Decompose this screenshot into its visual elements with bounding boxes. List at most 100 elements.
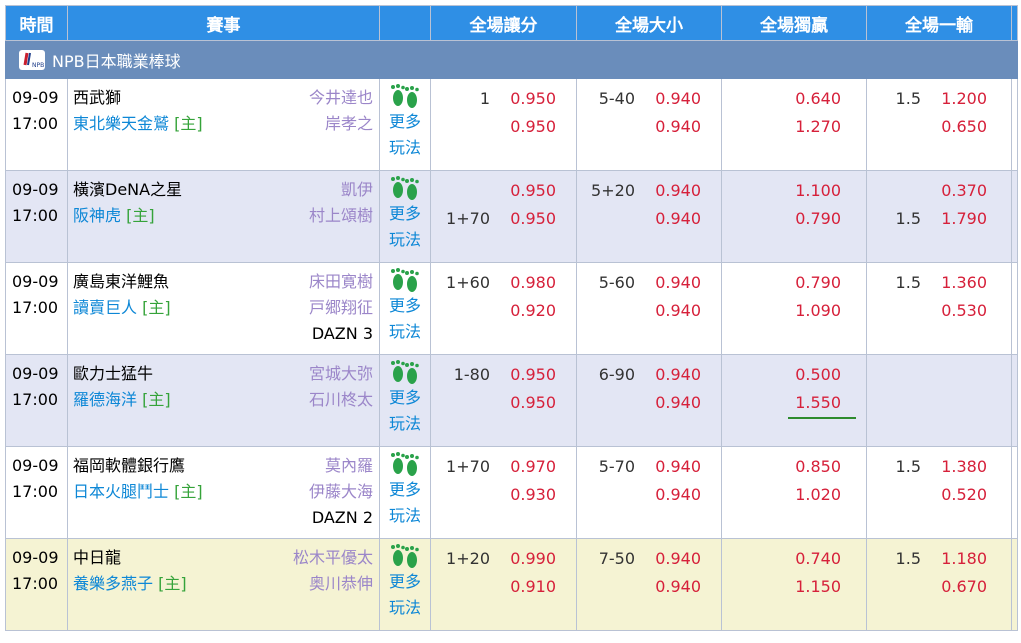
league-row[interactable]: NPB NPB日本職業棒球: [5, 40, 1018, 79]
more-bets-button[interactable]: 更多 玩法: [380, 171, 430, 253]
moneyline-cell-odds1[interactable]: 0.790: [795, 269, 841, 296]
more-bets-button[interactable]: 更多 玩法: [380, 355, 430, 437]
more-bets-button[interactable]: 更多 玩法: [380, 447, 430, 529]
overunder-cell-odds1[interactable]: 0.940: [655, 85, 701, 112]
onefive-cell-odds2[interactable]: 0.650: [941, 113, 987, 140]
moneyline-cell[interactable]: 0.500 1.550: [721, 354, 867, 447]
overunder-cell-odds2[interactable]: 0.940: [655, 481, 701, 508]
overunder-cell[interactable]: 7-50 0.940 0.940: [576, 538, 722, 631]
moneyline-cell[interactable]: 0.740 1.150: [721, 538, 867, 631]
header-overunder[interactable]: 全場大小: [576, 5, 722, 41]
handicap-cell-odds2[interactable]: 0.920: [510, 297, 556, 324]
onefive-cell-odds1[interactable]: 1.380: [941, 453, 987, 480]
moneyline-cell-odds2[interactable]: 1.150: [795, 573, 841, 600]
moneyline-cell-odds1[interactable]: 1.100: [795, 177, 841, 204]
onefive-cell-odds2[interactable]: 1.790: [941, 205, 987, 232]
onefive-cell[interactable]: 1.5 0.370 1.790: [866, 170, 1012, 263]
handicap-cell-odds1[interactable]: 0.970: [510, 453, 556, 480]
overunder-cell-odds2[interactable]: 0.940: [655, 113, 701, 140]
overunder-cell-odds2[interactable]: 0.940: [655, 205, 701, 232]
moneyline-cell-odds2[interactable]: 0.790: [795, 205, 841, 232]
home-team[interactable]: 東北樂天金鷲: [73, 114, 169, 133]
overunder-cell[interactable]: 6-90 0.940 0.940: [576, 354, 722, 447]
overunder-cell-odds1[interactable]: 0.940: [655, 545, 701, 572]
handicap-cell-odds2[interactable]: 0.910: [510, 573, 556, 600]
handicap-cell-odds1[interactable]: 0.980: [510, 269, 556, 296]
handicap-cell[interactable]: 1+70 0.970 0.930: [430, 446, 577, 539]
handicap-cell[interactable]: 1-80 0.950 0.950: [430, 354, 577, 447]
handicap-cell[interactable]: 1 0.950 0.950: [430, 78, 577, 171]
more-bets-cell[interactable]: 更多 玩法: [379, 538, 431, 631]
handicap-cell-odds1[interactable]: 0.950: [510, 85, 556, 112]
more-bets-cell[interactable]: 更多 玩法: [379, 446, 431, 539]
more-bets-cell[interactable]: 更多 玩法: [379, 262, 431, 355]
moneyline-cell-odds1[interactable]: 0.500: [795, 361, 841, 388]
handicap-cell-odds1[interactable]: 0.950: [510, 177, 556, 204]
onefive-cell-odds1[interactable]: 1.180: [941, 545, 987, 572]
moneyline-cell-odds2[interactable]: 1.090: [795, 297, 841, 324]
overunder-cell[interactable]: 5+20 0.940 0.940: [576, 170, 722, 263]
home-team[interactable]: 讀賣巨人: [73, 298, 137, 317]
moneyline-cell[interactable]: 0.640 1.270: [721, 78, 867, 171]
overunder-cell-odds1[interactable]: 0.940: [655, 177, 701, 204]
home-team[interactable]: 日本火腿鬥士: [73, 482, 169, 501]
away-team[interactable]: 福岡軟體銀行鷹: [73, 456, 185, 475]
moneyline-cell[interactable]: 1.100 0.790: [721, 170, 867, 263]
overunder-cell-odds1[interactable]: 0.940: [655, 269, 701, 296]
moneyline-cell[interactable]: 0.790 1.090: [721, 262, 867, 355]
handicap-cell-odds2[interactable]: 0.930: [510, 481, 556, 508]
moneyline-cell-odds1[interactable]: 0.640: [795, 85, 841, 112]
more-bets-cell[interactable]: 更多 玩法: [379, 170, 431, 263]
header-handicap[interactable]: 全場讓分: [430, 5, 577, 41]
overunder-cell-odds2[interactable]: 0.940: [655, 389, 701, 416]
away-team[interactable]: 歐力士猛牛: [73, 364, 153, 383]
onefive-cell[interactable]: [866, 354, 1012, 447]
more-bets-button[interactable]: 更多 玩法: [380, 263, 430, 345]
onefive-cell[interactable]: 1.5 1.180 0.670: [866, 538, 1012, 631]
home-team[interactable]: 阪神虎: [73, 206, 121, 225]
moneyline-cell-odds2[interactable]: 1.020: [795, 481, 841, 508]
handicap-cell[interactable]: 1+20 0.990 0.910: [430, 538, 577, 631]
onefive-cell-odds1[interactable]: 0.370: [941, 177, 987, 204]
more-bets-cell[interactable]: 更多 玩法: [379, 78, 431, 171]
league-cell[interactable]: NPB NPB日本職業棒球: [5, 40, 1018, 79]
more-bets-button[interactable]: 更多 玩法: [380, 79, 430, 161]
onefive-cell[interactable]: 1.5 1.380 0.520: [866, 446, 1012, 539]
header-moneyline[interactable]: 全場獨贏: [721, 5, 867, 41]
handicap-cell-odds2[interactable]: 0.950: [510, 113, 556, 140]
onefive-cell[interactable]: 1.5 1.360 0.530: [866, 262, 1012, 355]
home-team[interactable]: 養樂多燕子: [73, 574, 153, 593]
moneyline-cell-odds2[interactable]: 1.550: [795, 389, 841, 416]
away-team[interactable]: 廣島東洋鯉魚: [73, 272, 169, 291]
handicap-cell-odds1[interactable]: 0.990: [510, 545, 556, 572]
overunder-cell[interactable]: 5-70 0.940 0.940: [576, 446, 722, 539]
onefive-cell-odds2[interactable]: 0.670: [941, 573, 987, 600]
overunder-cell-odds2[interactable]: 0.940: [655, 297, 701, 324]
handicap-cell-odds2[interactable]: 0.950: [510, 205, 556, 232]
away-team[interactable]: 橫濱DeNA之星: [73, 180, 182, 199]
away-team[interactable]: 西武獅: [73, 88, 121, 107]
handicap-cell-odds2[interactable]: 0.950: [510, 389, 556, 416]
moneyline-cell-odds1[interactable]: 0.850: [795, 453, 841, 480]
header-onefive[interactable]: 全場一輸: [866, 5, 1012, 41]
moneyline-cell-odds1[interactable]: 0.740: [795, 545, 841, 572]
moneyline-cell-odds2[interactable]: 1.270: [795, 113, 841, 140]
handicap-cell[interactable]: 1+70 0.950 0.950: [430, 170, 577, 263]
handicap-cell-odds1[interactable]: 0.950: [510, 361, 556, 388]
onefive-cell-odds1[interactable]: 1.360: [941, 269, 987, 296]
overunder-cell[interactable]: 5-40 0.940 0.940: [576, 78, 722, 171]
more-bets-button[interactable]: 更多 玩法: [380, 539, 430, 621]
away-team[interactable]: 中日龍: [73, 548, 121, 567]
more-bets-cell[interactable]: 更多 玩法: [379, 354, 431, 447]
home-team[interactable]: 羅德海洋: [73, 390, 137, 409]
handicap-cell[interactable]: 1+60 0.980 0.920: [430, 262, 577, 355]
onefive-cell-odds1[interactable]: 1.200: [941, 85, 987, 112]
league-header[interactable]: NPB NPB日本職業棒球: [6, 48, 1017, 72]
onefive-cell[interactable]: 1.5 1.200 0.650: [866, 78, 1012, 171]
overunder-cell-odds2[interactable]: 0.940: [655, 573, 701, 600]
overunder-cell-odds1[interactable]: 0.940: [655, 361, 701, 388]
overunder-cell-odds1[interactable]: 0.940: [655, 453, 701, 480]
overunder-cell[interactable]: 5-60 0.940 0.940: [576, 262, 722, 355]
moneyline-cell[interactable]: 0.850 1.020: [721, 446, 867, 539]
onefive-cell-odds2[interactable]: 0.530: [941, 297, 987, 324]
